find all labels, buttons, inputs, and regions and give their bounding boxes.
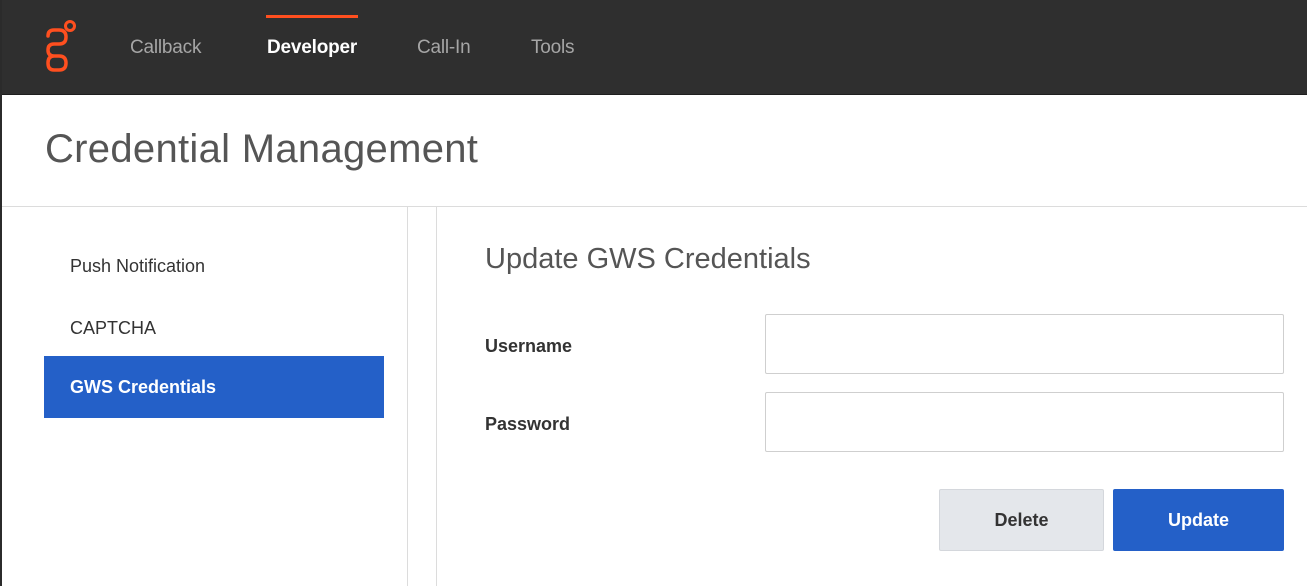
nav-tab-tools[interactable]: Tools bbox=[531, 0, 575, 95]
page-header: Credential Management bbox=[2, 95, 1307, 207]
nav-tab-label: Tools bbox=[531, 36, 575, 58]
sidebar-item-label: CAPTCHA bbox=[70, 317, 157, 338]
sidebar-item-push-notification[interactable]: Push Notification bbox=[44, 235, 384, 297]
nav-tab-developer[interactable]: Developer bbox=[266, 0, 359, 95]
form-title: Update GWS Credentials bbox=[485, 243, 811, 275]
nav-tab-label: Callback bbox=[130, 36, 202, 58]
page-title: Credential Management bbox=[45, 127, 479, 171]
sidebar-item-captcha[interactable]: CAPTCHA bbox=[44, 297, 384, 359]
sidebar-item-label: GWS Credentials bbox=[70, 376, 217, 397]
password-label: Password bbox=[485, 414, 571, 434]
delete-button[interactable]: Delete bbox=[939, 489, 1104, 551]
update-button[interactable]: Update bbox=[1113, 489, 1284, 551]
content-divider bbox=[436, 207, 437, 586]
nav-tab-call-in[interactable]: Call-In bbox=[417, 0, 471, 95]
app-window: Callback Developer Call-In Tools Credent… bbox=[0, 0, 1307, 586]
sidebar-item-label: Push Notification bbox=[70, 255, 206, 276]
genesys-logo-icon[interactable] bbox=[40, 18, 80, 78]
username-label: Username bbox=[485, 336, 573, 356]
active-tab-indicator bbox=[266, 15, 359, 18]
top-nav-bar: Callback Developer Call-In Tools bbox=[2, 0, 1307, 95]
username-input[interactable] bbox=[765, 314, 1284, 374]
nav-tab-label: Developer bbox=[267, 36, 358, 58]
sidebar: Push Notification CAPTCHA GWS Credential… bbox=[22, 207, 408, 586]
nav-tab-callback[interactable]: Callback bbox=[130, 0, 201, 95]
nav-tab-label: Call-In bbox=[417, 36, 471, 58]
sidebar-item-gws-credentials[interactable]: GWS Credentials bbox=[44, 356, 384, 418]
password-input[interactable] bbox=[765, 392, 1284, 452]
